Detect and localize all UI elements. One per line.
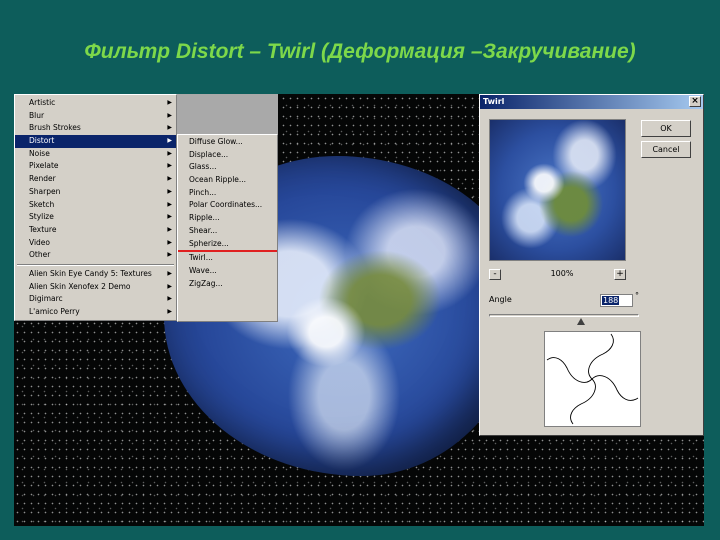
angle-slider-track[interactable] bbox=[489, 314, 639, 317]
angle-slider-thumb[interactable] bbox=[576, 318, 585, 325]
menu-item-label: Other bbox=[29, 250, 51, 260]
menu-item-digimarc[interactable]: Digimarc ▶ bbox=[15, 293, 176, 306]
submenu-item-diffuse-glow[interactable]: Diffuse Glow... bbox=[178, 136, 277, 149]
menu-item-label: Render bbox=[29, 174, 56, 184]
menu-item-label: Brush Strokes bbox=[29, 123, 81, 133]
zoom-in-button[interactable]: + bbox=[614, 269, 626, 280]
submenu-arrow-icon: ▶ bbox=[167, 225, 172, 233]
close-icon[interactable]: × bbox=[689, 96, 701, 107]
menu-item-texture[interactable]: Texture ▶ bbox=[15, 224, 176, 237]
menu-item-render[interactable]: Render ▶ bbox=[15, 173, 176, 186]
submenu-item-wave[interactable]: Wave... bbox=[178, 265, 277, 278]
menu-item-sketch[interactable]: Sketch ▶ bbox=[15, 199, 176, 212]
menu-item-distort[interactable]: Distort ▶ bbox=[15, 135, 176, 148]
twirl-dialog: Twirl × OK Cancel - 100% + Angle 188 ° bbox=[479, 94, 704, 436]
submenu-arrow-icon: ▶ bbox=[167, 111, 172, 119]
zoom-level: 100% bbox=[550, 269, 574, 278]
menu-item-noise[interactable]: Noise ▶ bbox=[15, 148, 176, 161]
menu-item-label: Alien Skin Xenofex 2 Demo bbox=[29, 281, 131, 291]
menu-item-brush-strokes[interactable]: Brush Strokes ▶ bbox=[15, 122, 176, 135]
menu-item-label: L'amico Perry bbox=[29, 307, 80, 316]
menu-item-label: Noise bbox=[29, 148, 50, 158]
submenu-arrow-icon: ▶ bbox=[167, 149, 172, 157]
submenu-arrow-icon: ▶ bbox=[167, 238, 172, 246]
distort-submenu: Diffuse Glow... Displace... Glass... Oce… bbox=[177, 134, 278, 322]
zoom-out-button[interactable]: - bbox=[489, 269, 501, 280]
filter-preview[interactable] bbox=[489, 119, 626, 261]
submenu-arrow-icon: ▶ bbox=[167, 162, 172, 170]
ok-button[interactable]: OK bbox=[641, 120, 691, 137]
submenu-item-spherize[interactable]: Spherize... bbox=[178, 238, 277, 253]
submenu-arrow-icon: ▶ bbox=[167, 251, 172, 259]
menu-item-blur[interactable]: Blur ▶ bbox=[15, 110, 176, 123]
menu-item-label: Sharpen bbox=[29, 186, 61, 196]
twirl-curve-icon bbox=[546, 333, 639, 425]
submenu-item-polar-coordinates[interactable]: Polar Coordinates... bbox=[178, 199, 277, 212]
submenu-item-shear[interactable]: Shear... bbox=[178, 225, 277, 238]
submenu-arrow-icon: ▶ bbox=[167, 200, 172, 208]
menu-item-label: Video bbox=[29, 237, 51, 247]
menu-item-label: Blur bbox=[29, 110, 45, 120]
twirl-shape-preview bbox=[544, 331, 641, 427]
submenu-arrow-icon: ▶ bbox=[167, 282, 172, 290]
submenu-item-displace[interactable]: Displace... bbox=[178, 149, 277, 162]
menu-item-eye-candy[interactable]: Alien Skin Eye Candy 5: Textures ▶ bbox=[15, 268, 176, 281]
submenu-item-ocean-ripple[interactable]: Ocean Ripple... bbox=[178, 174, 277, 187]
menu-item-other[interactable]: Other ▶ bbox=[15, 249, 176, 262]
menu-item-lamico-perry[interactable]: L'amico Perry ▶ bbox=[15, 306, 176, 319]
menu-item-xenofex[interactable]: Alien Skin Xenofex 2 Demo ▶ bbox=[15, 281, 176, 294]
submenu-arrow-icon: ▶ bbox=[167, 308, 172, 315]
angle-label: Angle bbox=[489, 295, 512, 304]
angle-input[interactable]: 188 bbox=[600, 294, 633, 307]
menu-item-label: Pixelate bbox=[29, 161, 59, 171]
submenu-item-pinch[interactable]: Pinch... bbox=[178, 187, 277, 200]
submenu-arrow-icon: ▶ bbox=[167, 269, 172, 277]
menu-item-label: Stylize bbox=[29, 212, 54, 222]
submenu-item-glass[interactable]: Glass... bbox=[178, 161, 277, 174]
submenu-item-twirl[interactable]: Twirl... bbox=[178, 252, 277, 265]
degree-symbol: ° bbox=[635, 291, 639, 300]
submenu-arrow-icon: ▶ bbox=[167, 295, 172, 303]
submenu-arrow-icon: ▶ bbox=[167, 137, 172, 145]
menu-item-label: Artistic bbox=[29, 98, 56, 107]
menu-item-label: Texture bbox=[29, 224, 57, 234]
cancel-button[interactable]: Cancel bbox=[641, 141, 691, 158]
submenu-arrow-icon: ▶ bbox=[167, 187, 172, 195]
submenu-item-ripple[interactable]: Ripple... bbox=[178, 212, 277, 225]
submenu-arrow-icon: ▶ bbox=[167, 99, 172, 106]
menu-item-label: Sketch bbox=[29, 199, 55, 209]
menu-separator bbox=[17, 263, 174, 266]
menu-item-stylize[interactable]: Stylize ▶ bbox=[15, 211, 176, 224]
menu-item-label: Digimarc bbox=[29, 294, 63, 304]
dialog-title: Twirl bbox=[483, 97, 505, 106]
slide-title: Фильтр Distort – Twirl (Деформация –Закр… bbox=[84, 40, 636, 63]
submenu-item-zigzag[interactable]: ZigZag... bbox=[178, 278, 277, 291]
dialog-titlebar[interactable]: Twirl × bbox=[480, 95, 703, 109]
submenu-arrow-icon: ▶ bbox=[167, 124, 172, 132]
submenu-shadow-area bbox=[177, 94, 278, 136]
menu-item-pixelate[interactable]: Pixelate ▶ bbox=[15, 160, 176, 173]
submenu-arrow-icon: ▶ bbox=[167, 213, 172, 221]
menu-item-label: Alien Skin Eye Candy 5: Textures bbox=[29, 268, 152, 278]
menu-item-sharpen[interactable]: Sharpen ▶ bbox=[15, 186, 176, 199]
angle-value: 188 bbox=[602, 296, 620, 305]
submenu-arrow-icon: ▶ bbox=[167, 175, 172, 183]
filter-menu: Artistic ▶ Blur ▶ Brush Strokes ▶ Distort ▶ … bbox=[14, 94, 177, 321]
menu-item-video[interactable]: Video ▶ bbox=[15, 237, 176, 250]
menu-item-artistic[interactable]: Artistic ▶ bbox=[15, 97, 176, 110]
menu-item-label: Distort bbox=[29, 136, 55, 146]
